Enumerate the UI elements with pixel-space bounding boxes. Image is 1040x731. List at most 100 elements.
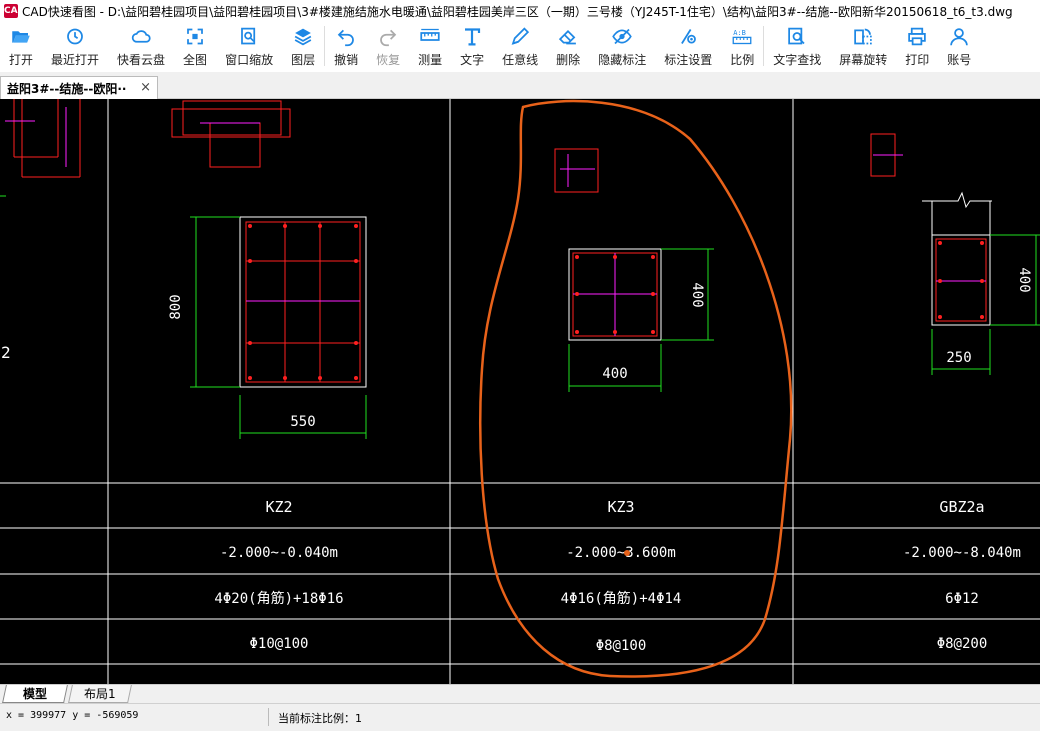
status-bar: x = 399977 y = -569059 当前标注比例：1	[0, 703, 1040, 731]
freehand-line-button[interactable]: 任意线	[493, 22, 547, 68]
svg-text:A:B: A:B	[733, 29, 746, 37]
scale-icon: A:B	[732, 29, 752, 45]
kz2-stirrup	[245, 221, 361, 383]
gbz-width-dim: 250	[946, 350, 971, 366]
zoom-window-label: 窗口缩放	[225, 53, 274, 67]
column-schedule-table: KZ2 KZ3 GBZ2a -2.000~-0.040m -2.000~3.60…	[214, 498, 1021, 654]
annotation-dot	[624, 550, 630, 556]
gbz2a-longitudinal-bars: 6Φ12	[945, 591, 979, 607]
main-toolbar: 打开 最近打开 快看云盘 全图 窗口缩放 图层 撤销 恢复 测量 文字 任意线	[0, 22, 1040, 72]
measure-button[interactable]: 测量	[409, 22, 451, 68]
gbz-stirrup	[935, 238, 987, 322]
kz3-longitudinal-bars: 4Φ16(角筋)+4Φ14	[561, 590, 682, 607]
gbz-bar-dots	[938, 241, 984, 319]
text-tool-button[interactable]: 文字	[451, 22, 493, 68]
fit-all-label: 全图	[183, 53, 208, 67]
partial-detail-top	[171, 100, 291, 168]
document-tab-label: 益阳3#--结施--欧阳··	[7, 81, 127, 96]
printer-icon	[908, 27, 927, 46]
annotation-settings-icon	[681, 29, 697, 44]
account-icon	[950, 28, 969, 46]
redo-icon	[380, 29, 397, 47]
kz2-outline	[239, 216, 367, 388]
eraser-icon	[559, 30, 577, 45]
kz2-stirrups: Φ10@100	[249, 636, 308, 652]
kz2-name: KZ2	[265, 498, 292, 516]
gbz-height-dim: 400	[1016, 267, 1032, 292]
kz2-width-dim: 550	[290, 414, 315, 430]
delete-button[interactable]: 删除	[547, 22, 589, 68]
text-search-button[interactable]: 文字查找	[764, 22, 830, 68]
tab-layout1[interactable]: 布局1	[68, 685, 132, 703]
scale-button[interactable]: A:B 比例	[721, 22, 763, 68]
measure-label: 测量	[418, 53, 443, 67]
kz3-section: 400 400	[554, 148, 714, 392]
close-tab-icon[interactable]: ×	[140, 80, 151, 95]
layers-icon	[294, 28, 312, 46]
delete-label: 删除	[556, 53, 581, 67]
hide-annotations-button[interactable]: 隐藏标注	[589, 22, 655, 68]
redo-button[interactable]: 恢复	[367, 22, 409, 68]
recent-open-button[interactable]: 最近打开	[42, 22, 108, 68]
annotation-settings-button[interactable]: 标注设置	[655, 22, 721, 68]
kz2-elevation: -2.000~-0.040m	[220, 545, 338, 561]
layers-button[interactable]: 图层	[282, 22, 324, 68]
open-button[interactable]: 打开	[0, 22, 42, 68]
kz2-inner-ties	[246, 222, 360, 382]
undo-button[interactable]: 撤销	[325, 22, 367, 68]
fit-all-icon	[187, 28, 203, 45]
cloud-drive-button[interactable]: 快看云盘	[108, 22, 174, 68]
cursor-coordinates: x = 399977 y = -569059	[6, 710, 139, 721]
cloud-icon	[131, 30, 151, 43]
account-button[interactable]: 账号	[938, 22, 980, 68]
annotation-scale-status: 当前标注比例：1	[278, 712, 362, 725]
window-title: CAD快速看图 - D:\益阳碧桂园项目\益阳碧桂园项目\3#楼建施结施水电暖通…	[22, 4, 1013, 19]
kz2-longitudinal-bars: 4Φ20(角筋)+18Φ16	[214, 590, 343, 607]
print-label: 打印	[905, 53, 930, 67]
fit-all-button[interactable]: 全图	[174, 22, 216, 68]
gbz2a-stirrups: Φ8@200	[937, 636, 988, 652]
status-divider	[268, 708, 269, 726]
app-logo-icon: CAD	[4, 4, 26, 18]
document-tab[interactable]: 益阳3#--结施--欧阳·· ×	[0, 76, 158, 99]
scale-label: 比例	[730, 53, 755, 67]
rotate-screen-label: 屏幕旋转	[839, 53, 888, 67]
rotate-screen-button[interactable]: 屏幕旋转	[830, 22, 896, 68]
partial-detail-left	[5, 99, 81, 178]
gbz2a-elevation: -2.000~-8.040m	[903, 545, 1021, 561]
tab-model[interactable]: 模型	[2, 685, 68, 703]
redo-label: 恢复	[376, 53, 401, 67]
ruler-icon	[420, 28, 440, 41]
zoom-window-button[interactable]: 窗口缩放	[216, 22, 282, 68]
text-tool-icon	[465, 28, 481, 46]
left-edge-mark: 2	[1, 343, 11, 362]
undo-label: 撤销	[334, 53, 359, 67]
annotation-settings-label: 标注设置	[664, 53, 713, 67]
rotate-screen-icon	[854, 28, 872, 45]
recent-clock-icon	[67, 28, 83, 45]
kz2-section: 800 550	[168, 216, 367, 439]
open-label: 打开	[9, 53, 34, 67]
print-button[interactable]: 打印	[896, 22, 938, 68]
kz2-height-dim: 800	[168, 294, 184, 319]
kz3-stirrups: Φ8@100	[596, 638, 647, 654]
tab-model-label: 模型	[22, 687, 47, 701]
text-tool-label: 文字	[460, 53, 485, 67]
account-label: 账号	[947, 53, 972, 67]
zoom-window-icon	[241, 27, 256, 45]
kz3-height-dim: 400	[689, 282, 705, 307]
cloud-drive-label: 快看云盘	[117, 53, 166, 67]
kz3-width-dim: 400	[602, 366, 627, 382]
tab-layout1-label: 布局1	[84, 687, 116, 701]
title-bar: CAD CAD快速看图 - D:\益阳碧桂园项目\益阳碧桂园项目\3#楼建施结施…	[0, 0, 1040, 22]
kz2-bar-dots	[248, 224, 358, 380]
layers-label: 图层	[291, 53, 316, 67]
text-search-label: 文字查找	[773, 53, 822, 67]
drawing-canvas[interactable]: 2 800 550 400 400 400 250 KZ2 KZ3 GBZ2a …	[0, 99, 1040, 684]
document-tab-strip: 益阳3#--结施--欧阳·· ×	[0, 72, 1040, 99]
text-search-icon	[788, 27, 805, 45]
kz3-dimensions	[568, 248, 714, 392]
kz3-elevation: -2.000~3.600m	[566, 545, 676, 561]
gbz2a-section: 400 250	[870, 133, 1040, 375]
gbz2a-name: GBZ2a	[939, 498, 984, 516]
